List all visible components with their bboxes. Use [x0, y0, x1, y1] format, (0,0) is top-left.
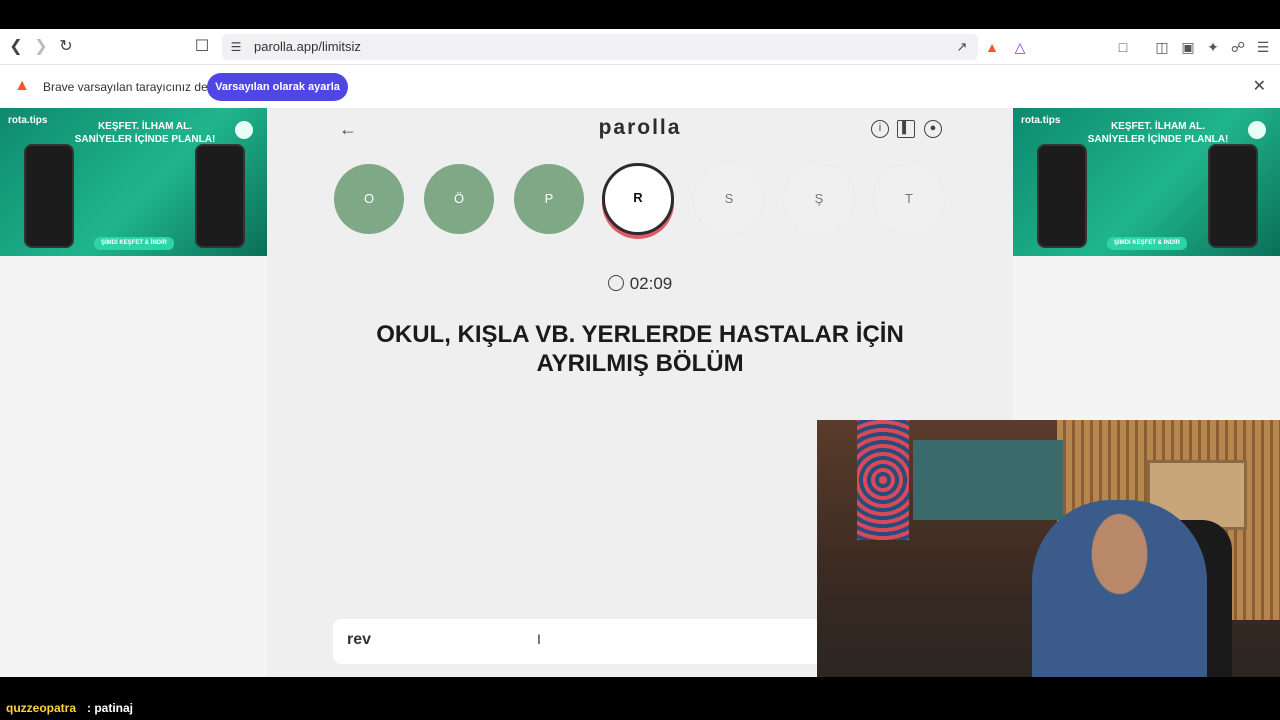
- vpn-icon[interactable]: ☍: [1228, 37, 1248, 57]
- ad-left[interactable]: rota.tips KEŞFET. İLHAM AL. SANİYELER İÇ…: [0, 108, 267, 256]
- text-cursor-icon: I: [537, 631, 541, 647]
- url-text: parolla.app/limitsiz: [254, 39, 361, 54]
- chat-username: quzzeopatra: [6, 701, 77, 715]
- info-icon[interactable]: i: [871, 120, 889, 138]
- share-icon[interactable]: ↗: [952, 37, 972, 57]
- reload-icon[interactable]: ↻: [56, 37, 76, 57]
- site-settings-icon[interactable]: ☰: [226, 37, 246, 57]
- clock-icon: [607, 275, 624, 291]
- brave-shields-icon[interactable]: ▲: [982, 37, 1002, 57]
- ad-headline: KEŞFET. İLHAM AL. SANİYELER İÇİNDE PLANL…: [1087, 121, 1229, 145]
- ad-brand: rota.tips: [8, 115, 48, 126]
- ad-badge-icon: [1248, 121, 1266, 139]
- answer-value: rev: [347, 631, 372, 648]
- letter-pending: Ş: [784, 164, 854, 234]
- phone-image: [24, 144, 74, 248]
- letter-done: O: [334, 164, 404, 234]
- back-icon[interactable]: ❮: [6, 37, 26, 57]
- ad-cta-button[interactable]: ŞİMDİ KEŞFET & İNDİR: [94, 237, 174, 250]
- ad-badge-icon: [235, 121, 253, 139]
- profile-icon[interactable]: ●: [924, 120, 942, 138]
- phone-image: [1208, 144, 1258, 248]
- wallet-icon[interactable]: ▣: [1178, 37, 1198, 57]
- menu-icon[interactable]: ☰: [1253, 37, 1273, 57]
- letter-pending: S: [694, 164, 764, 234]
- letter-active: R: [602, 163, 674, 235]
- ad-brand: rota.tips: [1021, 115, 1061, 126]
- close-icon[interactable]: ✕: [1253, 76, 1266, 96]
- stats-icon[interactable]: ▌: [897, 120, 915, 138]
- banner-text: Brave varsayılan tarayıcınız değil: [43, 80, 220, 94]
- phone-image: [195, 144, 245, 248]
- address-bar[interactable]: ☰ parolla.app/limitsiz ↗: [222, 34, 978, 60]
- stream-chat-bar: quzzeopatra : patinaj: [0, 677, 1280, 720]
- wall-art: [857, 420, 909, 540]
- set-default-button[interactable]: Varsayılan olarak ayarla: [207, 73, 348, 101]
- timer: 02:09: [267, 274, 1013, 294]
- stream-top-bar: [0, 0, 1280, 29]
- phone-image: [1037, 144, 1087, 248]
- brave-logo-icon: ▲: [14, 77, 30, 94]
- wall-poster: [913, 440, 1063, 520]
- ad-headline: KEŞFET. İLHAM AL. SANİYELER İÇİNDE PLANL…: [74, 121, 216, 145]
- streamer: [1032, 500, 1207, 680]
- default-browser-banner: ▲ Brave varsayılan tarayıcınız değil Var…: [0, 65, 1280, 108]
- reader-mode-icon[interactable]: □: [1113, 37, 1133, 57]
- letter-done: Ö: [424, 164, 494, 234]
- forward-icon[interactable]: ❯: [31, 37, 51, 57]
- brave-rewards-icon[interactable]: △: [1010, 37, 1030, 57]
- leo-ai-icon[interactable]: ✦: [1203, 37, 1223, 57]
- ad-right[interactable]: rota.tips KEŞFET. İLHAM AL. SANİYELER İÇ…: [1013, 108, 1280, 256]
- chat-message: : patinaj: [87, 701, 134, 715]
- browser-toolbar: ❮ ❯ ↻ ☐ ☰ parolla.app/limitsiz ↗ ▲ △ □ ◫…: [0, 29, 1280, 65]
- question-text: OKUL, KIŞLA VB. YERLERDE HASTALAR İÇİN A…: [376, 321, 904, 377]
- webcam-overlay: [817, 420, 1280, 680]
- ad-cta-button[interactable]: ŞİMDİ KEŞFET & İNDİR: [1107, 237, 1187, 250]
- bookmark-icon[interactable]: ☐: [192, 37, 212, 57]
- letter-pending: T: [874, 164, 944, 234]
- sidebar-icon[interactable]: ◫: [1152, 37, 1172, 57]
- timer-value: 02:09: [629, 274, 673, 293]
- letter-done: P: [514, 164, 584, 234]
